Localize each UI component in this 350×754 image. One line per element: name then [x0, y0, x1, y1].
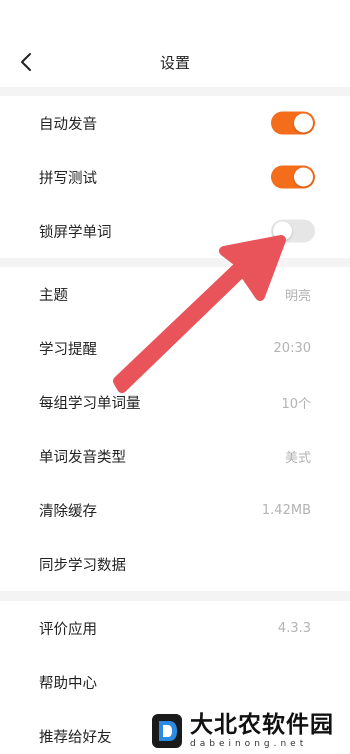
- spelling-test-toggle[interactable]: [271, 165, 315, 189]
- auto-pronounce-toggle[interactable]: [271, 111, 315, 135]
- watermark: 大北农软件园 dabeinong.net: [150, 708, 350, 754]
- setting-value: 1.42MB: [261, 502, 311, 518]
- app-version-value: 4.3.3: [277, 620, 311, 636]
- section-divider: [0, 258, 350, 267]
- setting-value: 美式: [284, 450, 311, 466]
- setting-label: 帮助中心: [39, 675, 97, 692]
- setting-value: 20:30: [273, 340, 311, 356]
- setting-label: 每组学习单词量: [39, 395, 141, 412]
- section-divider: [0, 591, 350, 601]
- watermark-title: 大北农软件园: [190, 712, 334, 738]
- section-divider: [0, 87, 350, 96]
- setting-label: 同步学习数据: [39, 557, 126, 574]
- toggle-settings-section: 自动发音 拼写测试 锁屏学单词: [0, 96, 350, 258]
- toggle-knob: [273, 221, 292, 241]
- setting-row-rate-app[interactable]: 评价应用 4.3.3: [0, 601, 350, 655]
- setting-row-spelling-test[interactable]: 拼写测试: [0, 150, 350, 204]
- setting-label: 单词发音类型: [39, 449, 126, 466]
- toggle-knob: [294, 113, 313, 133]
- setting-label: 主题: [39, 287, 68, 304]
- setting-row-lockscreen-words[interactable]: 锁屏学单词: [0, 204, 350, 258]
- toggle-knob: [294, 167, 313, 187]
- setting-row-pronunciation-type[interactable]: 单词发音类型 美式: [0, 429, 350, 483]
- setting-row-theme[interactable]: 主题 明亮: [0, 267, 350, 321]
- setting-row-study-reminder[interactable]: 学习提醒 20:30: [0, 321, 350, 375]
- setting-row-clear-cache[interactable]: 清除缓存 1.42MB: [0, 483, 350, 537]
- setting-row-auto-pronounce[interactable]: 自动发音: [0, 96, 350, 150]
- header: 设置: [0, 0, 350, 87]
- setting-label: 学习提醒: [39, 341, 97, 358]
- page-title: 设置: [159, 54, 190, 72]
- setting-row-words-per-group[interactable]: 每组学习单词量 10个: [0, 375, 350, 429]
- general-settings-section: 主题 明亮 学习提醒 20:30 每组学习单词量 10个 单词发音类型 美式 清…: [0, 267, 350, 591]
- lockscreen-words-toggle[interactable]: [271, 219, 315, 243]
- setting-row-help-center[interactable]: 帮助中心: [0, 655, 350, 709]
- setting-label: 评价应用: [39, 621, 97, 638]
- watermark-domain: dabeinong.net: [190, 739, 308, 749]
- setting-value: 10个: [281, 396, 311, 412]
- setting-label: 清除缓存: [39, 503, 97, 520]
- setting-row-sync-data[interactable]: 同步学习数据: [0, 537, 350, 591]
- dabeinong-logo-icon: [152, 714, 182, 748]
- setting-value: 明亮: [284, 288, 311, 304]
